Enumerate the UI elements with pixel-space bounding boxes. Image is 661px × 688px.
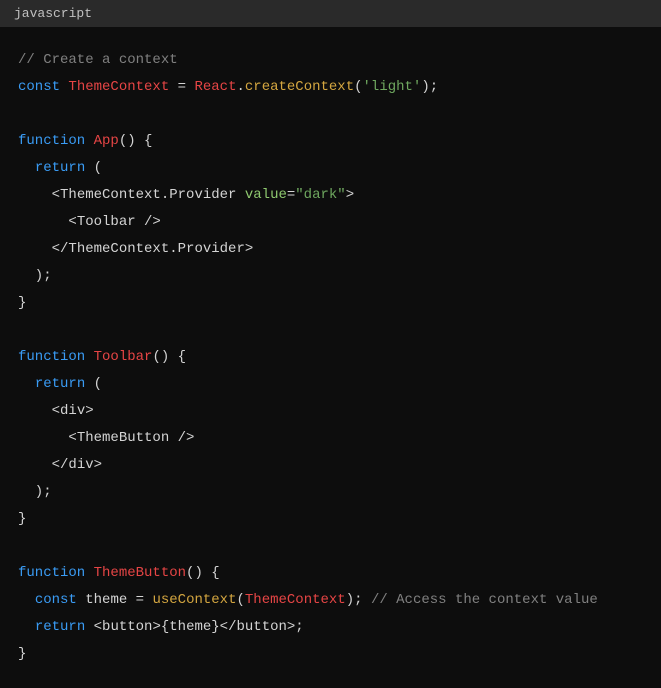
code-token: ( [236, 592, 244, 608]
code-token: /> [136, 214, 161, 230]
code-token: = [127, 592, 152, 608]
code-token: > [245, 241, 253, 257]
code-token [77, 592, 85, 608]
code-editor[interactable]: // Create a context const ThemeContext =… [0, 27, 661, 688]
code-token: useContext [152, 592, 236, 608]
code-token: ); [346, 592, 371, 608]
code-token: ( [85, 160, 102, 176]
code-token: () { [119, 133, 153, 149]
code-token: ThemeButton [77, 430, 169, 446]
code-token: < [18, 187, 60, 203]
code-token: return [35, 619, 85, 635]
code-token: > [85, 403, 93, 419]
code-token: } [18, 295, 26, 311]
code-token: < [18, 430, 77, 446]
code-token: "dark" [295, 187, 345, 203]
code-token: /> [169, 430, 194, 446]
code-token: () { [186, 565, 220, 581]
code-token: > [346, 187, 354, 203]
code-token [18, 592, 35, 608]
code-token: < [85, 619, 102, 635]
code-token: ( [85, 376, 102, 392]
code-token: value [245, 187, 287, 203]
code-token [18, 160, 35, 176]
code-token: const [35, 592, 77, 608]
code-token: function [18, 565, 94, 581]
code-token [236, 187, 244, 203]
code-token [18, 376, 35, 392]
language-tab[interactable]: javascript [14, 6, 92, 21]
code-token: App [94, 133, 119, 149]
code-token: Toolbar [77, 214, 136, 230]
code-token: createContext [245, 79, 354, 95]
code-token: ); [18, 484, 52, 500]
code-token: function [18, 349, 94, 365]
code-token: const [18, 79, 68, 95]
code-token: Toolbar [94, 349, 153, 365]
code-token: div [60, 403, 85, 419]
code-token [18, 619, 35, 635]
code-token: </ [18, 241, 68, 257]
code-token: ThemeContext.Provider [60, 187, 236, 203]
code-token: function [18, 133, 94, 149]
tab-bar: javascript [0, 0, 661, 27]
code-token: < [18, 214, 77, 230]
code-token: ); [18, 268, 52, 284]
code-token: < [18, 403, 60, 419]
code-token: </ [18, 457, 68, 473]
code-token: () { [152, 349, 186, 365]
code-token: >; [287, 619, 304, 635]
code-token: return [35, 376, 85, 392]
code-token: ( [354, 79, 362, 95]
code-token: // Access the context value [371, 592, 598, 608]
code-token: ThemeContext [245, 592, 346, 608]
code-token: ); [421, 79, 438, 95]
code-token: button [102, 619, 152, 635]
code-token: = [169, 79, 194, 95]
code-token: React [194, 79, 236, 95]
code-token: >{theme}</ [152, 619, 236, 635]
code-token: // Create a context [18, 52, 178, 68]
code-token: } [18, 646, 26, 662]
code-token: } [18, 511, 26, 527]
code-token: ThemeContext.Provider [68, 241, 244, 257]
code-token: > [94, 457, 102, 473]
code-token: . [236, 79, 244, 95]
code-token: div [68, 457, 93, 473]
code-token: 'light' [363, 79, 422, 95]
code-token: return [35, 160, 85, 176]
code-token: ThemeContext [68, 79, 169, 95]
code-token: button [236, 619, 286, 635]
code-token: theme [85, 592, 127, 608]
code-content: // Create a context const ThemeContext =… [18, 47, 643, 668]
code-token: ThemeButton [94, 565, 186, 581]
